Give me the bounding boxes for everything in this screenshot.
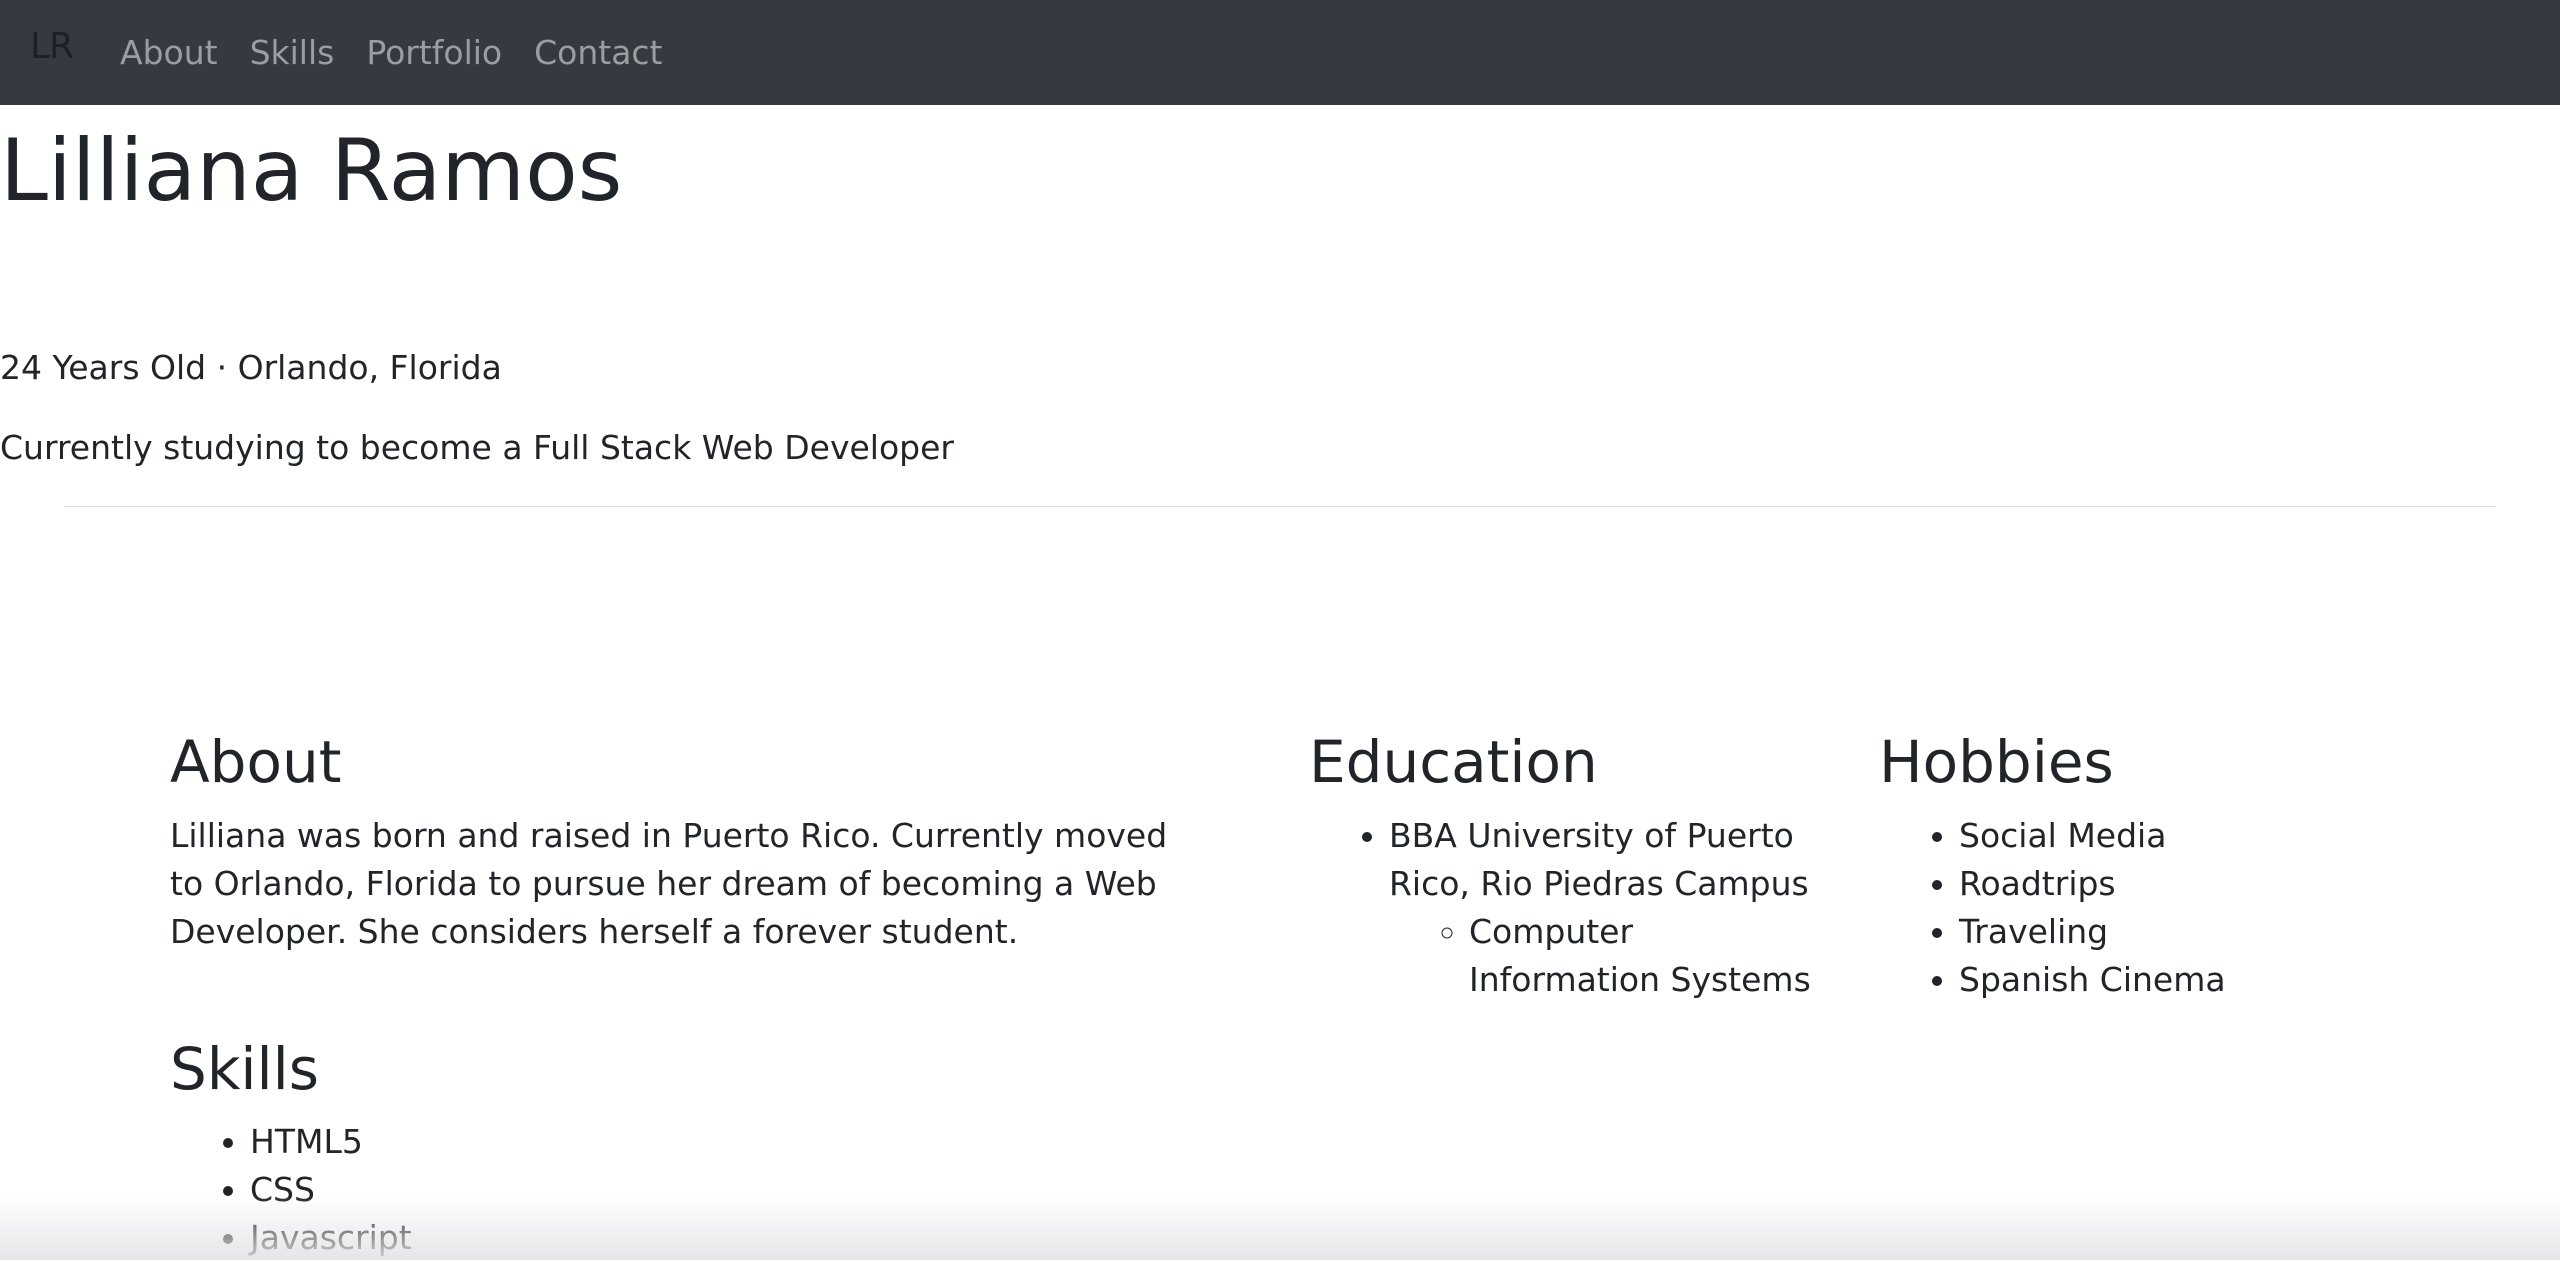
education-major: Computer Information Systems — [1469, 908, 1829, 1004]
hero-divider — [64, 506, 2496, 507]
skill-item: CSS — [250, 1166, 412, 1214]
education-list: BBA University of Puerto Rico, Rio Piedr… — [1309, 812, 1829, 1004]
education-title: Education — [1309, 728, 1598, 796]
hero-meta: 24 Years Old · Orlando, Florida — [0, 348, 502, 387]
education-sublist: Computer Information Systems — [1389, 908, 1829, 1004]
skills-list: HTML5 CSS Javascript — [170, 1118, 412, 1262]
hobby-item: Roadtrips — [1959, 860, 2226, 908]
hobby-item: Spanish Cinema — [1959, 956, 2226, 1004]
brand-logo[interactable]: LR — [30, 26, 74, 67]
nav-link-portfolio[interactable]: Portfolio — [366, 33, 502, 72]
education-degree: BBA University of Puerto Rico, Rio Piedr… — [1389, 816, 1809, 903]
education-item: BBA University of Puerto Rico, Rio Piedr… — [1389, 812, 1829, 1004]
about-text: Lilliana was born and raised in Puerto R… — [170, 816, 1168, 951]
nav-link-skills[interactable]: Skills — [250, 33, 335, 72]
nav-link-contact[interactable]: Contact — [534, 33, 662, 72]
hobbies-title: Hobbies — [1879, 728, 2114, 796]
hobbies-list: Social Media Roadtrips Traveling Spanish… — [1879, 812, 2226, 1004]
hero-tagline: Currently studying to become a Full Stac… — [0, 428, 954, 467]
top-navbar: LR About Skills Portfolio Contact — [0, 0, 2560, 105]
hero-name: Lilliana Ramos — [0, 121, 623, 221]
hobby-item: Social Media — [1959, 812, 2226, 860]
skill-item: HTML5 — [250, 1118, 412, 1166]
about-title: About — [170, 728, 342, 796]
hobby-item: Traveling — [1959, 908, 2226, 956]
skill-item: Javascript — [250, 1214, 412, 1262]
nav-link-about[interactable]: About — [120, 33, 218, 72]
skills-title: Skills — [170, 1035, 319, 1103]
nav-links: About Skills Portfolio Contact — [120, 0, 695, 105]
